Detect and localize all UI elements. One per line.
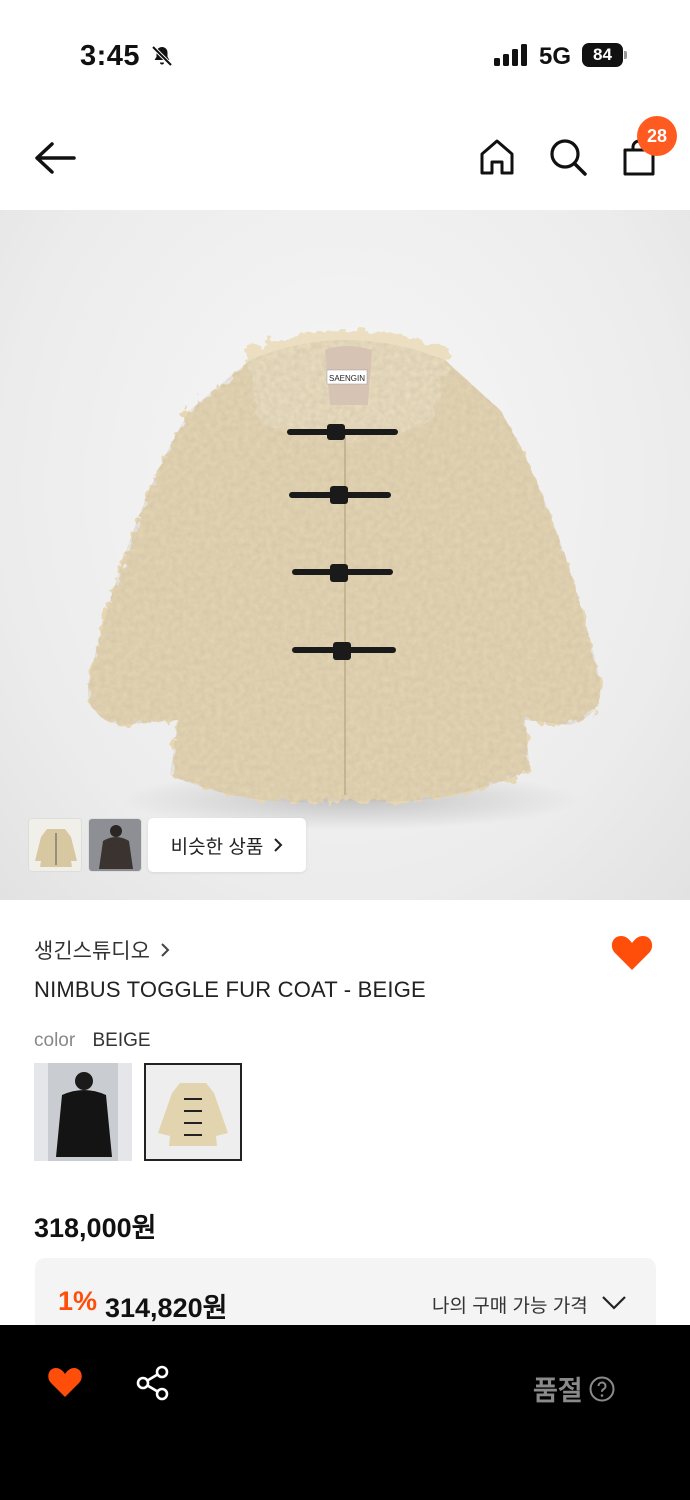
similar-products-button[interactable]: 비슷한 상품 xyxy=(148,818,306,872)
brand-name: 생긴스튜디오 xyxy=(34,940,150,963)
heart-icon[interactable] xyxy=(47,1365,83,1399)
heart-icon[interactable] xyxy=(610,932,654,972)
bottom-action-bar: 품절 xyxy=(0,1325,690,1500)
color-label: color xyxy=(34,1030,76,1051)
color-option-beige[interactable] xyxy=(144,1063,242,1161)
coat-label-text: SAENGIN xyxy=(329,374,365,383)
back-arrow-icon[interactable] xyxy=(30,138,78,178)
thumbnail-model[interactable] xyxy=(88,818,142,872)
chevron-down-icon[interactable] xyxy=(601,1292,627,1312)
share-icon[interactable] xyxy=(136,1365,170,1401)
discount-rate: 1% xyxy=(58,1286,98,1316)
brand-link[interactable]: 생긴스튜디오 xyxy=(34,935,170,965)
thumbnail-coat[interactable] xyxy=(28,818,82,872)
color-options xyxy=(34,1063,242,1161)
product-image[interactable]: SAENGIN xyxy=(0,210,690,900)
cart-count-badge: 28 xyxy=(637,116,677,156)
chevron-right-icon xyxy=(161,943,170,957)
signal-icon xyxy=(494,44,527,66)
top-nav xyxy=(0,110,690,210)
battery-icon: 84 xyxy=(582,43,628,67)
help-icon[interactable] xyxy=(589,1376,615,1402)
my-price-label: 나의 구매 가능 가격 xyxy=(432,1296,588,1317)
image-thumbnails xyxy=(28,818,142,872)
status-time: 3:45 xyxy=(80,40,141,72)
original-price: 318,000원 xyxy=(34,1213,157,1243)
color-selector-label: color BEIGE xyxy=(34,1030,151,1052)
bell-muted-icon xyxy=(151,45,173,67)
battery-level: 84 xyxy=(582,43,623,67)
product-title: NIMBUS TOGGLE FUR COAT - BEIGE xyxy=(34,977,426,1002)
color-option-black[interactable] xyxy=(34,1063,132,1161)
sold-out-status: 품절 xyxy=(533,1369,615,1408)
home-icon[interactable] xyxy=(476,136,518,178)
sold-out-label: 품절 xyxy=(533,1376,583,1406)
status-bar: 3:45 5G 84 xyxy=(0,0,690,110)
similar-products-label: 비슷한 상품 xyxy=(170,836,264,858)
discount-price: 314,820원 xyxy=(105,1293,228,1323)
color-value: BEIGE xyxy=(92,1030,151,1051)
chevron-right-icon xyxy=(274,838,283,852)
search-icon[interactable] xyxy=(547,136,589,178)
network-type: 5G xyxy=(539,43,572,70)
fur-coat-illustration: SAENGIN xyxy=(88,330,601,830)
